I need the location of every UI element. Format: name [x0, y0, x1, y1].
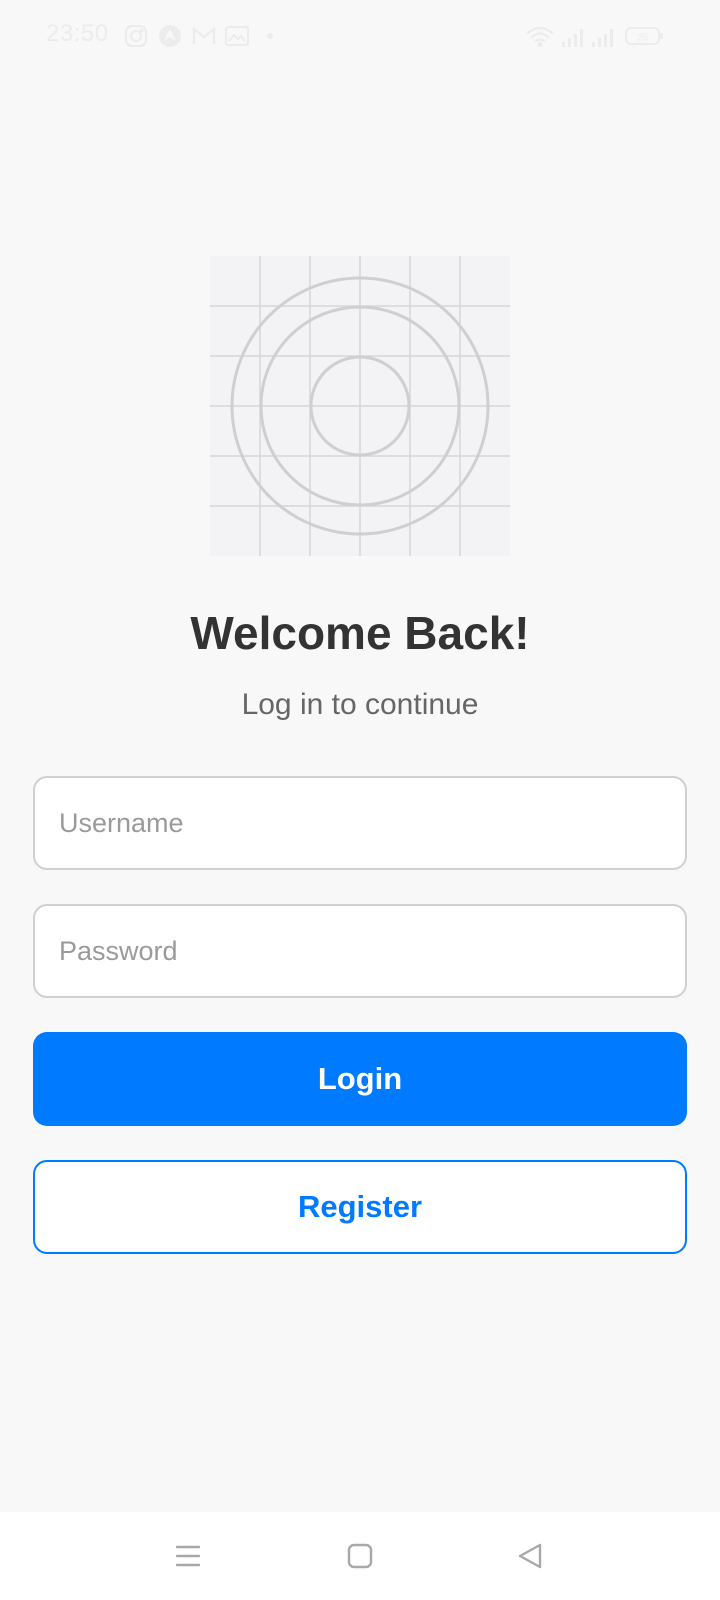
battery-icon: 26 [625, 27, 663, 45]
home-button[interactable] [336, 1532, 384, 1580]
recent-apps-button[interactable] [164, 1532, 212, 1580]
username-input[interactable] [33, 776, 687, 870]
status-notification-icons [125, 25, 273, 47]
gmail-icon [192, 26, 216, 44]
back-icon [518, 1543, 542, 1569]
login-button[interactable]: Login [33, 1032, 687, 1126]
register-button[interactable]: Register [33, 1160, 687, 1254]
signal-icon [592, 29, 613, 47]
status-system-icons: 26 [526, 26, 663, 48]
instagram-icon [125, 25, 147, 47]
status-bar: 23:50 26 [0, 0, 720, 72]
register-button-label: Register [297, 1189, 423, 1224]
menu-icon [175, 1545, 201, 1567]
status-time: 23:50 [46, 20, 109, 47]
home-icon [347, 1543, 373, 1569]
signal-icon [562, 29, 583, 47]
password-input[interactable] [33, 904, 687, 998]
maps-icon [159, 25, 181, 47]
login-button-label: Login [317, 1061, 403, 1096]
navigation-bar [0, 1512, 720, 1600]
photo-icon [225, 26, 249, 46]
wifi-icon [526, 26, 554, 48]
placeholder-image [210, 256, 510, 556]
dot-icon [267, 33, 273, 39]
back-button[interactable] [506, 1532, 554, 1580]
battery-level-text: 26 [637, 33, 649, 44]
page-subtitle: Log in to continue [241, 688, 479, 721]
page-title: Welcome Back! [190, 607, 530, 659]
